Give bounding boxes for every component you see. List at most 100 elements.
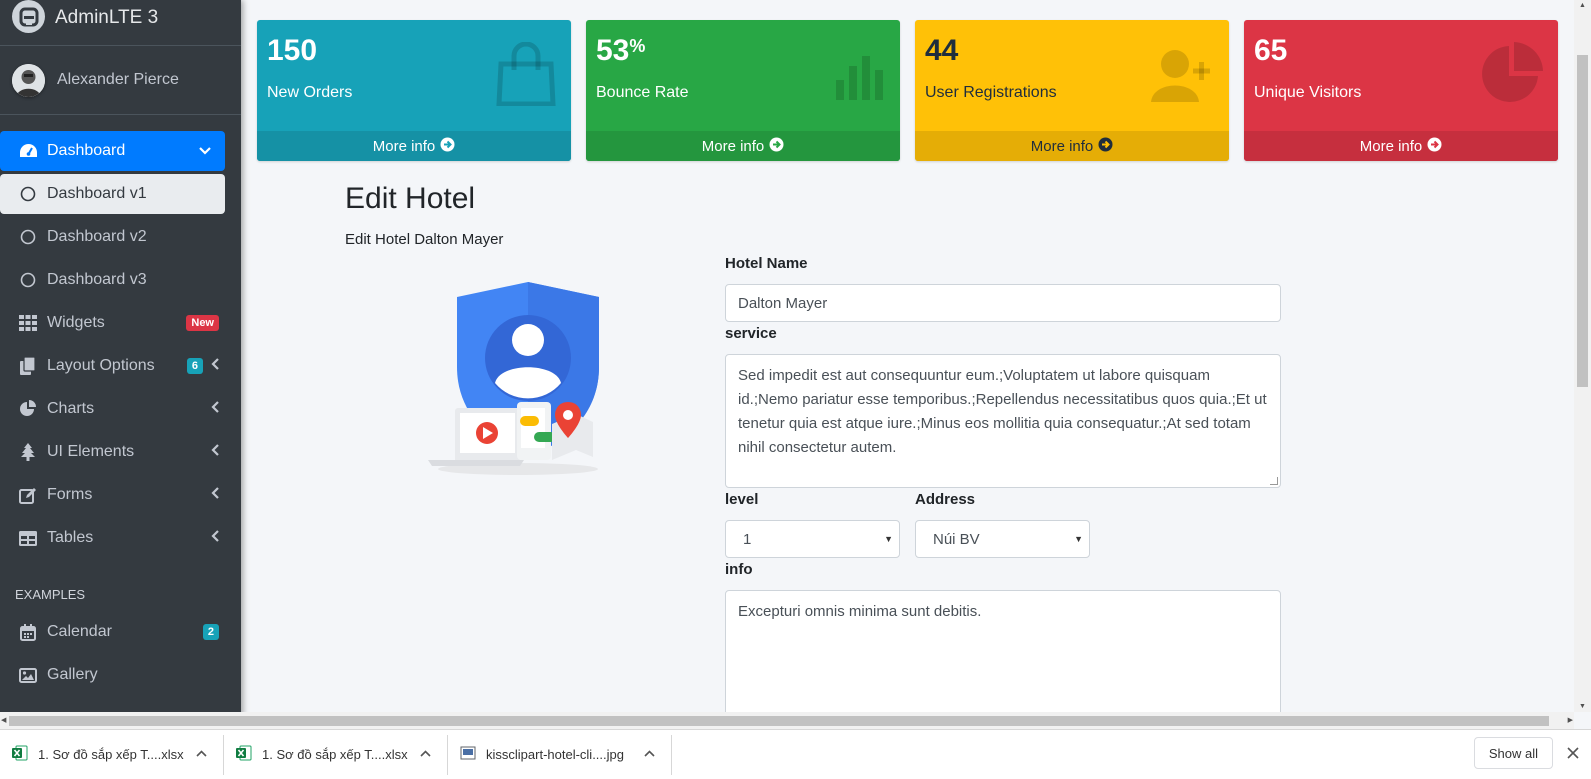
chevron-left-icon — [211, 357, 219, 375]
chevron-left-icon — [211, 529, 219, 547]
sidebar-item-calendar[interactable]: Calendar 2 — [0, 612, 233, 652]
page-title: Edit Hotel — [345, 182, 476, 215]
more-info-label: More info — [1359, 137, 1423, 155]
circle-icon — [18, 270, 38, 290]
show-all-button[interactable]: Show all — [1473, 737, 1553, 769]
sidebar-item-layout-options[interactable]: Layout Options 6 — [0, 346, 233, 386]
sidebar-item-label: UI Elements — [47, 443, 135, 460]
info-textarea[interactable]: Excepturi omnis minima sunt debitis. — [725, 590, 1281, 720]
more-info-link[interactable]: More info — [1244, 131, 1558, 161]
info-box-value: 44 — [925, 34, 959, 67]
image-icon — [18, 665, 38, 685]
sidebar-item-label: Forms — [47, 486, 93, 503]
count-badge: 6 — [186, 358, 203, 374]
chevron-left-icon — [211, 486, 219, 504]
sidebar-item-dashboard-v2[interactable]: Dashboard v2 — [0, 217, 233, 257]
user-panel[interactable]: Alexander Pierce — [0, 46, 241, 115]
sidebar-item-label: Charts — [47, 400, 95, 417]
sidebar-item-dashboard-v3[interactable]: Dashboard v3 — [0, 260, 233, 300]
sidebar-item-label: Dashboard v3 — [47, 271, 147, 288]
scroll-left-arrow-icon[interactable]: ◀ — [1, 716, 6, 724]
horizontal-scrollbar[interactable]: ◀ ▶ — [0, 712, 1574, 729]
info-box-unique-visitors: 65 Unique Visitors More info — [1244, 20, 1558, 161]
chevron-up-icon[interactable] — [196, 746, 207, 760]
info-box-label: New Orders — [267, 84, 353, 101]
download-item[interactable]: 1. Sơ đồ sắp xếp T....xlsx — [0, 734, 224, 775]
table-icon — [18, 528, 38, 548]
scroll-right-arrow-icon[interactable]: ▶ — [1568, 716, 1573, 724]
bar-chart-icon — [834, 42, 886, 107]
service-text: Sed impedit est aut consequuntur eum.;Vo… — [738, 367, 1267, 456]
arrow-circle-right-icon — [1427, 137, 1442, 156]
address-select[interactable]: Núi BV ▼ — [915, 520, 1090, 558]
sidebar-item-label: Layout Options — [47, 357, 155, 374]
calendar-icon — [18, 622, 38, 642]
info-label: info — [725, 561, 753, 578]
excel-file-icon — [12, 745, 28, 764]
caret-down-icon: ▼ — [1074, 534, 1083, 544]
sidebar-item-dashboard[interactable]: Dashboard — [0, 131, 225, 171]
level-select[interactable]: 1 ▼ — [725, 520, 900, 558]
chevron-up-icon[interactable] — [644, 746, 655, 760]
sidebar-item-label: Calendar — [47, 623, 112, 640]
circle-icon — [18, 227, 38, 247]
count-badge: 2 — [202, 624, 219, 640]
sidebar: AdminLTE 3 Alexander Pierce Dashboard Da… — [0, 0, 241, 717]
sidebar-item-ui-elements[interactable]: UI Elements — [0, 432, 233, 472]
arrow-circle-right-icon — [769, 137, 784, 156]
info-box-label: Unique Visitors — [1254, 84, 1362, 101]
download-file-name: 1. Sơ đồ sắp xếp T....xlsx — [38, 747, 184, 762]
sidebar-item-charts[interactable]: Charts — [0, 389, 233, 429]
level-selected-value: 1 — [743, 531, 752, 548]
more-info-link[interactable]: More info — [586, 131, 900, 161]
service-textarea[interactable]: Sed impedit est aut consequuntur eum.;Vo… — [725, 354, 1281, 488]
pie-chart-icon — [1480, 42, 1544, 111]
address-selected-value: Núi BV — [933, 531, 980, 548]
more-info-label: More info — [1030, 137, 1094, 155]
sidebar-item-label: Tables — [47, 529, 94, 546]
sidebar-item-label: Dashboard v2 — [47, 228, 147, 245]
vertical-scrollbar[interactable]: ▲ ▼ — [1574, 0, 1591, 712]
more-info-label: More info — [701, 137, 765, 155]
chevron-left-icon — [211, 400, 219, 418]
scroll-up-arrow-icon[interactable]: ▲ — [1579, 2, 1586, 9]
sidebar-item-dashboard-v1[interactable]: Dashboard v1 — [0, 174, 225, 214]
download-file-name: kissclipart-hotel-cli....jpg — [486, 747, 624, 762]
scroll-down-arrow-icon[interactable]: ▼ — [1579, 703, 1586, 710]
tachometer-icon — [18, 141, 38, 161]
chevron-up-icon[interactable] — [420, 746, 431, 760]
th-icon — [18, 313, 38, 333]
hotel-name-input[interactable]: Dalton Mayer — [725, 284, 1281, 322]
info-box-label: User Registrations — [925, 84, 1057, 101]
vertical-scrollbar-thumb[interactable] — [1577, 55, 1588, 387]
arrow-circle-right-icon — [440, 137, 455, 156]
nav-header-examples: EXAMPLES — [15, 587, 86, 602]
info-box-value: 53% — [596, 34, 646, 67]
caret-down-icon: ▼ — [884, 534, 893, 544]
sidebar-item-widgets[interactable]: Widgets New — [0, 303, 233, 343]
sidebar-item-gallery[interactable]: Gallery — [0, 655, 233, 695]
more-info-link[interactable]: More info — [915, 131, 1229, 161]
resize-handle[interactable] — [1270, 477, 1278, 485]
download-item[interactable]: kissclipart-hotel-cli....jpg — [448, 734, 672, 775]
service-label: service — [725, 325, 777, 342]
horizontal-scrollbar-thumb[interactable] — [9, 716, 1549, 726]
info-box-value: 150 — [267, 34, 318, 67]
more-info-link[interactable]: More info — [257, 131, 571, 161]
page-subtitle: Edit Hotel Dalton Mayer — [345, 231, 504, 248]
shopping-bag-icon — [495, 41, 557, 111]
sidebar-item-forms[interactable]: Forms — [0, 475, 233, 515]
brand-link[interactable]: AdminLTE 3 — [0, 0, 241, 46]
user-name: Alexander Pierce — [57, 71, 179, 88]
chart-pie-icon — [18, 399, 38, 419]
close-icon[interactable] — [1567, 743, 1579, 764]
info-box-new-orders: 150 New Orders More info — [257, 20, 571, 161]
sidebar-item-tables[interactable]: Tables — [0, 518, 233, 558]
sidebar-item-label: Dashboard v1 — [47, 185, 147, 202]
more-info-label: More info — [372, 137, 436, 155]
download-item[interactable]: 1. Sơ đồ sắp xếp T....xlsx — [224, 734, 448, 775]
brand-logo — [12, 0, 45, 33]
level-label: level — [725, 491, 759, 508]
avatar — [12, 63, 45, 97]
user-plus-icon — [1151, 42, 1215, 109]
